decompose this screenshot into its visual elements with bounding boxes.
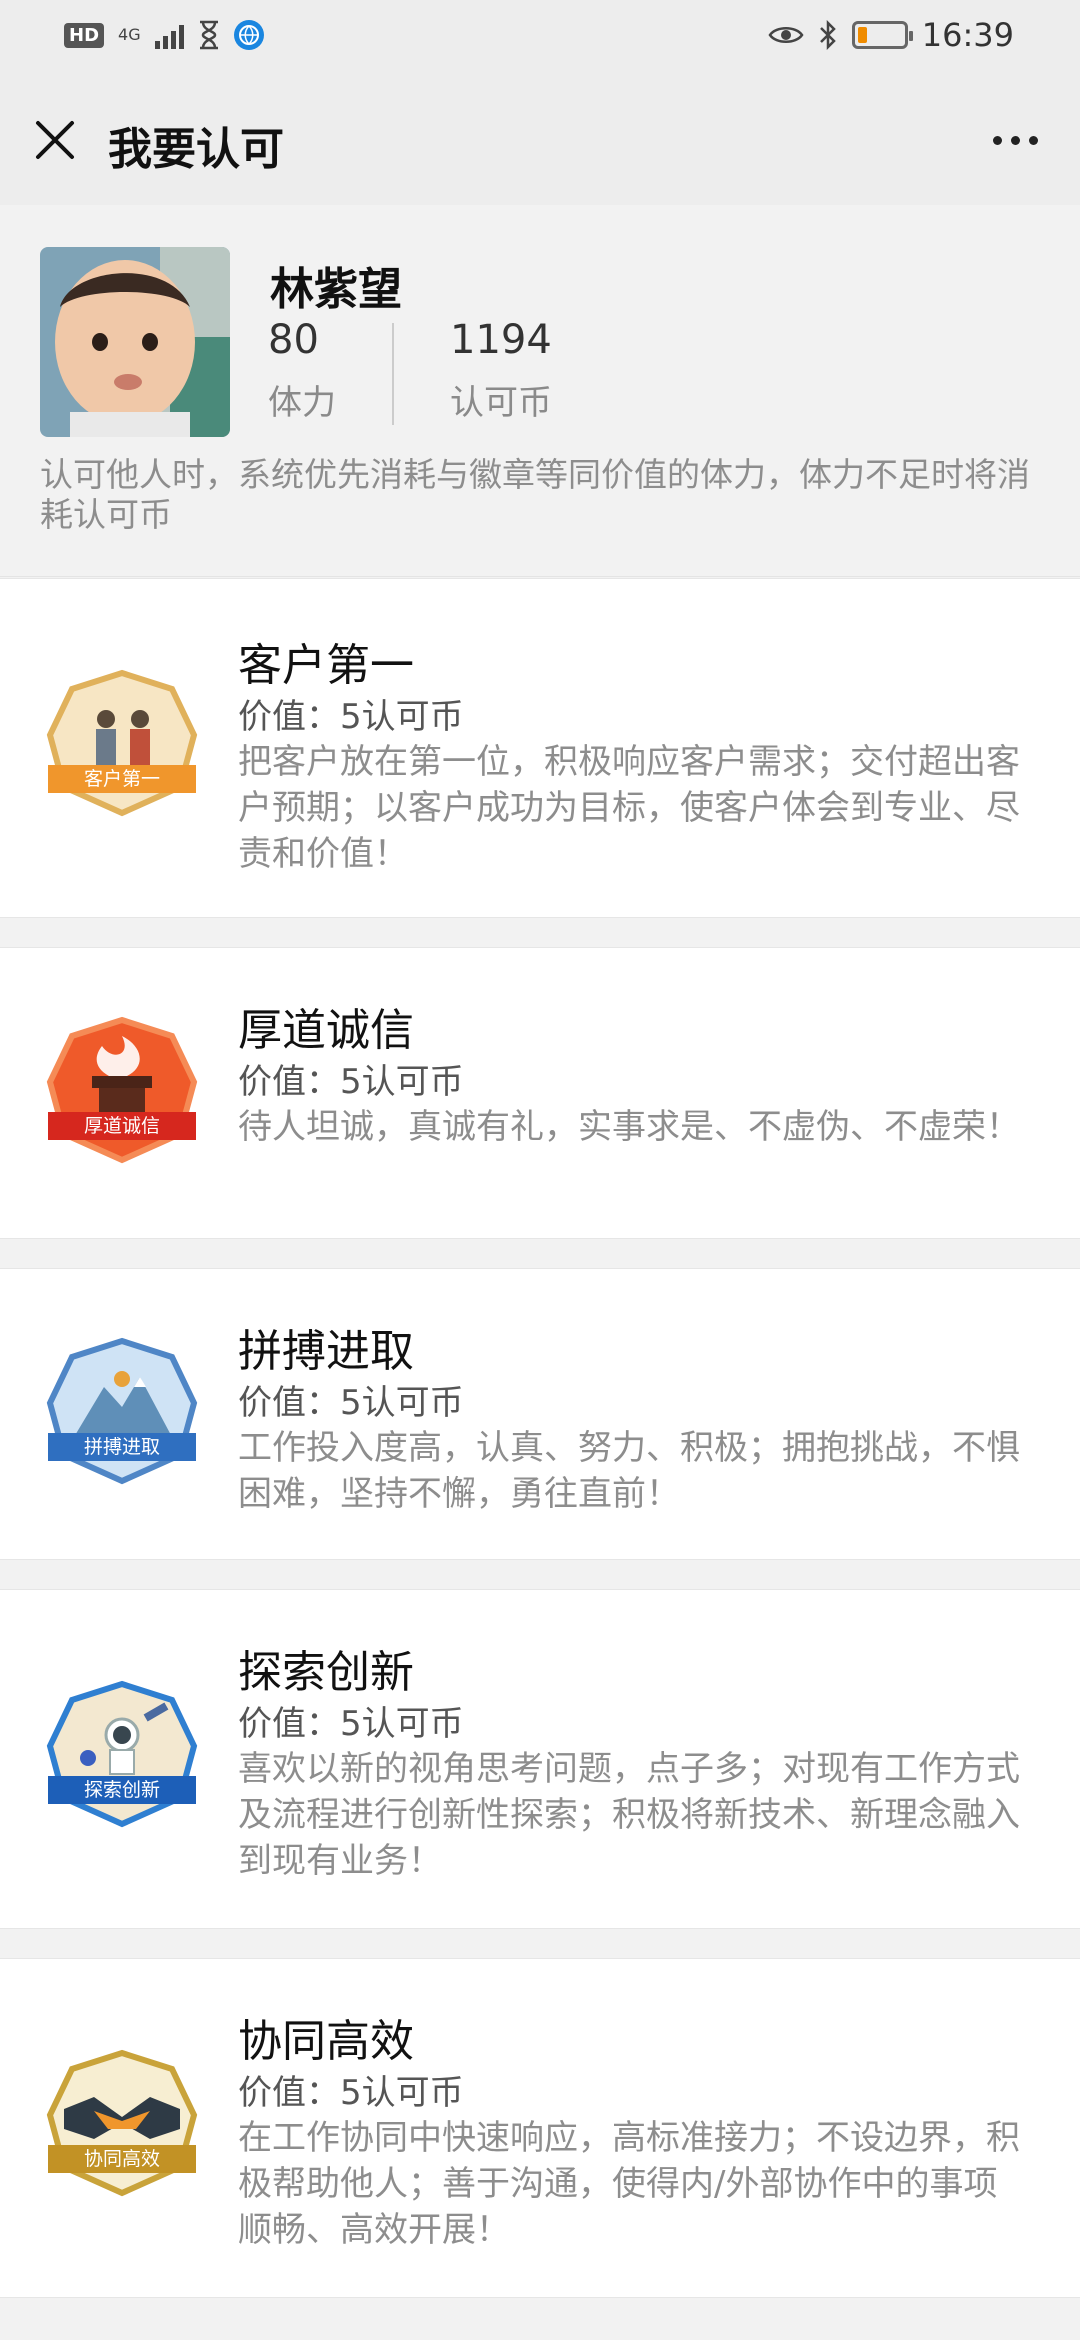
status-right: 16:39 — [768, 16, 1014, 54]
value-description: 喜欢以新的视角思考问题，点子多；对现有工作方式及流程进行创新性探索；积极将新技术… — [238, 1749, 1020, 1881]
user-name: 林紫望 — [270, 264, 402, 315]
coins-value: 1194 — [450, 317, 552, 363]
value-description: 在工作协同中快速响应，高标准接力；不设边界，积极帮助他人；善于沟通，使得内/外部… — [238, 2118, 1020, 2250]
clock: 16:39 — [921, 16, 1014, 54]
badge-label: 协同高效 — [84, 2148, 160, 2170]
value-card[interactable]: 拼搏进取 拼搏进取 价值：5认可币 工作投入度高，认真、努力、积极；拥抱挑战，不… — [0, 1268, 1080, 1560]
integrity-badge-icon: 厚道诚信 — [46, 1016, 198, 1164]
stamina-value: 80 — [268, 317, 319, 363]
profile-note: 认可他人时，系统优先消耗与徽章等同价值的体力，体力不足时将消耗认可币 — [40, 455, 1030, 534]
value-cost: 价值：5认可币 — [238, 697, 464, 737]
stamina-label: 体力 — [268, 383, 336, 423]
status-left: HD 4G — [64, 20, 264, 50]
value-card[interactable]: 协同高效 协同高效 价值：5认可币 在工作协同中快速响应，高标准接力；不设边界，… — [0, 1958, 1080, 2298]
value-card[interactable]: 探索创新 探索创新 价值：5认可币 喜欢以新的视角思考问题，点子多；对现有工作方… — [0, 1589, 1080, 1929]
page-title: 我要认可 — [108, 124, 284, 175]
badge-label: 客户第一 — [84, 768, 160, 790]
value-title: 客户第一 — [238, 640, 414, 691]
coins-stat: 1194 认可币 — [450, 317, 552, 424]
coins-label: 认可币 — [450, 383, 552, 423]
value-cost: 价值：5认可币 — [238, 1383, 464, 1423]
value-cost: 价值：5认可币 — [238, 1704, 464, 1744]
value-cost: 价值：5认可币 — [238, 1062, 464, 1102]
value-title: 拼搏进取 — [238, 1326, 414, 1377]
hd-icon: HD — [64, 22, 105, 48]
value-title: 探索创新 — [238, 1647, 414, 1698]
avatar[interactable] — [40, 247, 230, 437]
badge-label: 探索创新 — [84, 1779, 160, 1801]
hourglass-icon — [199, 20, 218, 50]
eye-icon — [768, 27, 804, 43]
battery-fill — [857, 27, 867, 43]
value-title: 协同高效 — [238, 2016, 414, 2067]
network-type: 4G — [118, 25, 141, 44]
signal-icon — [154, 21, 184, 49]
badge-label: 厚道诚信 — [84, 1115, 160, 1137]
collaboration-badge-icon: 协同高效 — [46, 2049, 198, 2197]
more-options-icon[interactable] — [980, 115, 1050, 165]
profile-section: 林紫望 80 体力 1194 认可币 认可他人时，系统优先消耗与徽章等同价值的体… — [0, 205, 1080, 577]
browser-icon — [233, 20, 264, 50]
battery-icon — [851, 21, 913, 49]
value-cost: 价值：5认可币 — [238, 2073, 464, 2113]
close-icon[interactable] — [30, 115, 80, 165]
value-description: 工作投入度高，认真、努力、积极；拥抱挑战，不惧困难，坚持不懈，勇往直前！ — [238, 1428, 1020, 1514]
title-bar: 我要认可 — [0, 75, 1080, 205]
striving-badge-icon: 拼搏进取 — [46, 1337, 198, 1485]
value-card[interactable]: 厚道诚信 厚道诚信 价值：5认可币 待人坦诚，真诚有礼，实事求是、不虚伪、不虚荣… — [0, 947, 1080, 1239]
value-description: 待人坦诚，真诚有礼，实事求是、不虚伪、不虚荣！ — [238, 1107, 1020, 1147]
innovation-badge-icon: 探索创新 — [46, 1680, 198, 1828]
badge-label: 拼搏进取 — [84, 1436, 160, 1458]
value-title: 厚道诚信 — [238, 1005, 414, 1056]
stamina-stat: 80 体力 — [268, 317, 336, 424]
value-card[interactable]: 客户第一 客户第一 价值：5认可币 把客户放在第一位，积极响应客户需求；交付超出… — [0, 578, 1080, 918]
value-description: 把客户放在第一位，积极响应客户需求；交付超出客户预期；以客户成功为目标，使客户体… — [238, 742, 1020, 874]
customer-first-badge-icon: 客户第一 — [46, 669, 198, 817]
stat-divider — [392, 323, 394, 425]
bluetooth-icon — [819, 20, 836, 50]
status-bar: HD 4G 16:39 — [0, 0, 1080, 75]
